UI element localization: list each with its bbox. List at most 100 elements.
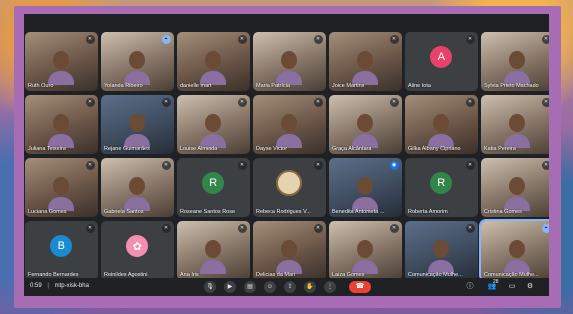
mic-off-icon: ✕: [237, 98, 247, 107]
chat-icon: ▭: [508, 283, 516, 290]
mic-off-icon: ✕: [237, 224, 247, 233]
participant-tile[interactable]: R ✕ Roberta Amorim: [405, 158, 478, 217]
mic-off-icon: ✕: [237, 161, 247, 170]
participant-tile[interactable]: ✕ Dayse Victor: [253, 95, 326, 154]
participant-tile[interactable]: ✕ Juliana Teixeira: [25, 95, 98, 154]
participant-tile[interactable]: B ✕ Fernando Bernardes: [25, 221, 98, 280]
participant-name: Rebeca Rodrigues V...: [256, 209, 311, 215]
mic-off-icon: ✕: [161, 224, 171, 233]
participant-video: [200, 114, 227, 148]
participant-video: [504, 114, 531, 148]
participant-tile[interactable]: ✕ Ana Iris: [177, 221, 250, 280]
participant-video: [124, 51, 151, 85]
participant-video: [200, 240, 227, 274]
participant-tile[interactable]: ✕ Gabriela Santos: [101, 158, 174, 217]
mic-off-icon: ✕: [313, 35, 323, 44]
leave-call-button[interactable]: ☎: [349, 281, 371, 293]
participant-video: [200, 51, 227, 85]
avatar: R: [430, 172, 453, 195]
participant-name: Juliana Teixeira: [28, 146, 66, 152]
info-button[interactable]: ⓘ: [464, 281, 476, 293]
participant-video: [352, 240, 379, 274]
participant-tile[interactable]: ⌖ Yolanda Ribeiro: [101, 32, 174, 91]
logo-icon: ✿: [126, 235, 149, 258]
participant-tile[interactable]: A ✕ Aline Iota: [405, 32, 478, 91]
activities-button[interactable]: ⚙: [524, 281, 536, 293]
phone-hangup-icon: ☎: [355, 283, 365, 290]
participant-tile[interactable]: ✕ Luciana Gomes: [25, 158, 98, 217]
activities-icon: ⚙: [526, 283, 534, 290]
participant-video: [276, 114, 303, 148]
participant-tile[interactable]: ✕ Maria Patrícia: [253, 32, 326, 91]
participant-name: Louise Almeida: [180, 146, 218, 152]
participant-tile[interactable]: ✕ Rejane Guimarães: [101, 95, 174, 154]
participant-name: Aline Iota: [408, 83, 431, 89]
mic-off-icon: ✕: [85, 224, 95, 233]
mic-off-icon: ✕: [465, 161, 475, 170]
participant-tile[interactable]: ✿ ✕ Reinildes Agostini: [101, 221, 174, 280]
participant-video: [48, 51, 75, 85]
mic-off-icon: ✕: [313, 98, 323, 107]
participant-name: Rejane Guimarães: [104, 146, 150, 152]
participant-video: [48, 177, 75, 211]
participant-tile[interactable]: ✕ Rebeca Rodrigues V...: [253, 158, 326, 217]
mic-off-icon: ✕: [313, 224, 323, 233]
participant-tile[interactable]: R ✕ Roseane Santos Rose: [177, 158, 250, 217]
participant-tile[interactable]: ✕ Katia Pereira: [481, 95, 549, 154]
avatar: R: [202, 172, 225, 195]
speaking-icon: ◉: [389, 161, 399, 170]
mic-off-icon: ✕: [237, 35, 247, 44]
raise-hand-button[interactable]: ✋: [304, 281, 316, 293]
emoji-icon: ☺: [266, 284, 274, 290]
mic-icon: 🎙: [206, 284, 214, 290]
participant-tile[interactable]: ✕ Ruth Ouro: [25, 32, 98, 91]
participant-video: [504, 240, 531, 274]
meeting-info: 0:59 | mtp-xisk-bha: [30, 283, 89, 289]
mic-button[interactable]: 🎙: [204, 281, 216, 293]
mic-off-icon: ✕: [541, 98, 549, 107]
meet-window: ✕ Ruth Ouro ⌖ Yolanda Ribeiro ✕ danielle mart…: [24, 14, 549, 296]
participant-tile[interactable]: ✕ danielle mart: [177, 32, 250, 91]
participant-tile[interactable]: ✕ Comunicação Mulhe...: [405, 221, 478, 280]
participant-tile[interactable]: ✕ Delicias da Mari: [253, 221, 326, 280]
present-button[interactable]: ⇪: [284, 281, 296, 293]
participant-name: Gabriela Santos: [104, 209, 144, 215]
chat-button[interactable]: ▭: [506, 281, 518, 293]
participant-tile[interactable]: ✕ Joice Martins: [329, 32, 402, 91]
participant-name: Yolanda Ribeiro: [104, 83, 143, 89]
participant-name: Sylvia Prieto Machado: [484, 83, 539, 89]
participant-name: Roseane Santos Rose: [180, 209, 236, 215]
hand-icon: ✋: [306, 284, 314, 290]
participant-name: Luciana Gomes: [28, 209, 67, 215]
more-options-button[interactable]: ⋮: [324, 281, 336, 293]
participant-tile[interactable]: ◉ Benedita Antonieta ...: [329, 158, 402, 217]
mic-off-icon: ✕: [465, 224, 475, 233]
participant-tile[interactable]: ✕ Gilka Albany Cipriano: [405, 95, 478, 154]
mic-off-icon: ✕: [389, 35, 399, 44]
bottom-toolbar: 0:59 | mtp-xisk-bha 🎙 ▶ ▤ ☺ ⇪ ✋ ⋮ ☎ ⓘ 👥 …: [24, 278, 549, 296]
participant-tile[interactable]: ✕ Louise Almeida: [177, 95, 250, 154]
mic-off-icon: ✕: [541, 35, 549, 44]
mic-off-icon: ✕: [85, 161, 95, 170]
participant-tile[interactable]: ✕ Laiza Gomes: [329, 221, 402, 280]
participant-tile[interactable]: ✕ Sylvia Prieto Machado: [481, 32, 549, 91]
participant-video: [276, 51, 303, 85]
mic-off-icon: ✕: [541, 161, 549, 170]
participant-video: [124, 114, 151, 148]
participant-video: [352, 114, 379, 148]
participant-tile[interactable]: ✕ Graça Alcântara: [329, 95, 402, 154]
participant-name: Roberta Amorim: [408, 209, 448, 215]
participant-tile[interactable]: ⌖ Comunicação Mulhe...: [479, 219, 549, 282]
mic-off-icon: ✕: [313, 161, 323, 170]
meeting-time: 0:59: [30, 283, 42, 289]
avatar: A: [430, 46, 453, 69]
meeting-code: mtp-xisk-bha: [54, 283, 89, 289]
emoji-button[interactable]: ☺: [264, 281, 276, 293]
pin-icon[interactable]: ⌖: [161, 35, 171, 44]
present-icon: ⇪: [287, 284, 293, 290]
pin-icon[interactable]: ⌖: [541, 224, 549, 233]
camera-button[interactable]: ▶: [224, 281, 236, 293]
participant-name: Joice Martins: [332, 83, 365, 89]
captions-button[interactable]: ▤: [244, 281, 256, 293]
participant-tile[interactable]: ✕ Cristina Gomes: [481, 158, 549, 217]
